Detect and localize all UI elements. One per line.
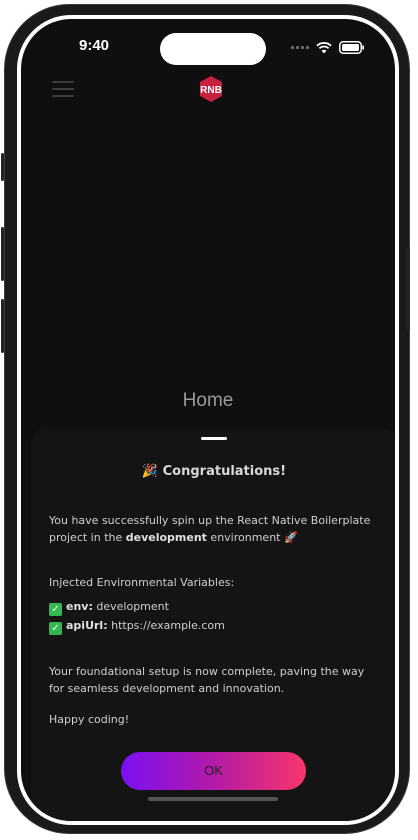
status-icons <box>291 41 365 54</box>
dynamic-island <box>160 33 266 65</box>
intro-part-2: environment 🚀 <box>206 531 298 544</box>
foundation-text: Your foundational setup is now complete,… <box>49 665 365 695</box>
intro-env: development <box>125 531 207 544</box>
intro-text: You have successfully spin up the React … <box>49 512 379 546</box>
bottom-sheet-modal: 🎉 Congratulations! You have successfully… <box>31 428 395 821</box>
wifi-icon <box>316 41 332 53</box>
party-popper-icon: 🎉 <box>141 464 159 479</box>
env-var-row: ✓ env: development <box>49 598 379 616</box>
env-var-key: apiUrl: <box>66 619 108 632</box>
app-header: RNB <box>21 75 395 105</box>
volume-up-button <box>1 227 4 281</box>
env-var-value: https://example.com <box>111 619 225 632</box>
closing-text: Happy coding! <box>49 713 130 726</box>
battery-icon <box>339 41 364 54</box>
check-icon: ✓ <box>49 622 62 635</box>
action-button <box>1 153 4 181</box>
ok-button[interactable]: OK <box>121 752 306 790</box>
status-bar: 9:40 <box>21 19 395 75</box>
hamburger-icon <box>52 81 74 83</box>
content-area <box>21 119 395 419</box>
app-logo: RNB <box>200 76 222 102</box>
sheet-title-text: Congratulations! <box>162 464 287 479</box>
screen: 9:40 RNB Home 🎉 Congratulations! You hav… <box>21 19 395 821</box>
signal-icon <box>291 46 309 49</box>
env-var-row: ✓ apiUrl: https://example.com <box>49 617 379 635</box>
status-time: 9:40 <box>79 37 110 54</box>
check-icon: ✓ <box>49 603 62 616</box>
vars-heading: Injected Environmental Variables: <box>49 576 235 589</box>
env-var-value: development <box>96 600 169 613</box>
volume-down-button <box>1 299 4 353</box>
sheet-handle[interactable] <box>201 437 227 440</box>
home-indicator[interactable] <box>148 797 278 801</box>
menu-button[interactable] <box>52 79 74 99</box>
logo-text: RNB <box>200 85 222 96</box>
sheet-title: 🎉 Congratulations! <box>31 464 395 479</box>
power-button <box>406 247 410 331</box>
page-title: Home <box>182 390 234 411</box>
env-var-key: env: <box>66 600 93 613</box>
phone-frame: 9:40 RNB Home 🎉 Congratulations! You hav… <box>1 5 410 833</box>
